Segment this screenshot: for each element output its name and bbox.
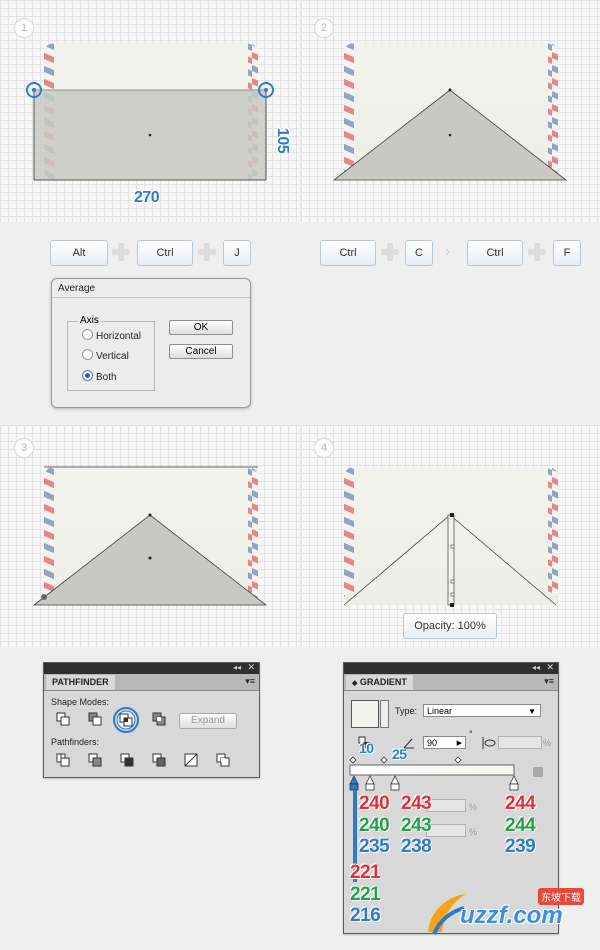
chevron-down-icon: ▼: [528, 707, 536, 716]
radio-label: Both: [96, 372, 117, 383]
opacity-input[interactable]: [426, 799, 466, 812]
close-icon[interactable]: ✕: [546, 662, 554, 673]
tab-pathfinder[interactable]: PATHFINDER: [46, 675, 115, 690]
cancel-button[interactable]: Cancel: [169, 344, 233, 359]
radio-horizontal[interactable]: Horizontal: [82, 329, 141, 343]
location-input[interactable]: [426, 824, 466, 837]
type-select[interactable]: Linear ▼: [423, 704, 541, 717]
color-4-red: 221: [350, 862, 381, 883]
radio-label: Horizontal: [96, 331, 142, 342]
key-ctrl-copy: Ctrl: [320, 240, 376, 266]
collapse-icon[interactable]: ◂◂: [532, 663, 540, 672]
tab-gradient-label: GRADIENT: [359, 677, 407, 687]
panel-topbar: ◂◂ ✕: [344, 662, 558, 674]
percent-sign: %: [543, 738, 552, 748]
radio-circle[interactable]: [82, 349, 93, 360]
height-label: 105: [274, 128, 291, 154]
envelope-step-2: [332, 43, 568, 181]
radio-label: Vertical: [96, 351, 129, 362]
unite-icon[interactable]: [56, 712, 70, 726]
percent-sign: %: [469, 827, 478, 837]
color-3-green: 244: [505, 815, 536, 836]
angle-input[interactable]: 90 ▶: [423, 736, 466, 749]
color-1-green: 240: [359, 815, 390, 836]
divide-icon[interactable]: [56, 753, 70, 767]
shape-modes-label: Shape Modes:: [51, 697, 110, 707]
color-4-blue: 216: [350, 905, 381, 926]
average-dialog: Average Axis Horizontal Vertical Both OK…: [51, 278, 251, 408]
degree-symbol: °: [469, 729, 473, 739]
percent-sign: %: [469, 802, 478, 812]
color-3-blue: 239: [505, 836, 536, 857]
angle-value: 90: [427, 738, 438, 748]
color-1-red: 240: [359, 793, 390, 814]
opacity-readout: Opacity: 100%: [403, 613, 497, 639]
pathfinder-panel: ◂◂ ✕ PATHFINDER ▾≡ Shape Modes: Expand P…: [43, 662, 260, 778]
tab-gradient[interactable]: ◆ GRADIENT: [346, 675, 413, 690]
intersect-icon[interactable]: [119, 713, 133, 727]
color-2-red: 243: [401, 793, 432, 814]
color-4-green: 221: [350, 884, 381, 905]
watermark-text: uzzf.com: [460, 902, 563, 929]
key-f: F: [553, 240, 581, 266]
panel-tabrow: PATHFINDER ▾≡: [44, 674, 259, 691]
key-alt: Alt: [50, 240, 108, 266]
axis-group: Axis Horizontal Vertical Both: [67, 315, 155, 391]
aspect-ratio-input[interactable]: [498, 736, 542, 749]
panel-topbar: ◂◂ ✕: [44, 662, 259, 674]
crop-icon[interactable]: [152, 753, 166, 767]
exclude-icon[interactable]: [152, 712, 166, 726]
radio-both[interactable]: Both: [82, 370, 117, 384]
key-ctrl: Ctrl: [137, 240, 193, 266]
minus-front-icon[interactable]: [88, 712, 102, 726]
color-1-blue: 235: [359, 836, 390, 857]
trim-icon[interactable]: [88, 753, 102, 767]
swatch-dropdown[interactable]: [380, 700, 389, 728]
dialog-title: Average: [58, 283, 96, 294]
plus-icon: [198, 243, 216, 261]
chevron-right-icon: ›: [445, 243, 451, 260]
axis-legend: Axis: [78, 315, 101, 326]
type-label: Type:: [395, 706, 418, 716]
plus-icon: [528, 243, 546, 261]
color-2-green: 243: [401, 815, 432, 836]
plus-icon: [112, 243, 130, 261]
outline-icon[interactable]: [184, 753, 198, 767]
key-c: C: [405, 240, 433, 266]
pathfinders-label: Pathfinders:: [51, 737, 100, 747]
radio-circle[interactable]: [82, 329, 93, 340]
close-icon[interactable]: ✕: [247, 662, 255, 673]
chevron-right-icon: ▶: [456, 740, 462, 747]
panel-tabrow: ◆ GRADIENT ▾≡: [344, 674, 558, 691]
plus-icon: [381, 243, 399, 261]
envelope-step-3: [32, 466, 268, 606]
minus-back-icon[interactable]: [216, 753, 230, 767]
panel-menu-icon[interactable]: ▾≡: [544, 676, 554, 687]
gradient-swatch[interactable]: [351, 700, 379, 728]
stop-position-10: 10: [359, 740, 374, 756]
expand-button[interactable]: Expand: [179, 713, 237, 729]
key-ctrl-paste: Ctrl: [467, 240, 523, 266]
watermark-tag: 东坡下载: [538, 888, 584, 905]
merge-icon[interactable]: [120, 753, 134, 767]
ok-button[interactable]: OK: [169, 320, 233, 335]
radio-circle-selected[interactable]: [82, 370, 93, 381]
collapse-icon[interactable]: ◂◂: [233, 663, 241, 672]
gradient-slider[interactable]: [349, 756, 550, 796]
color-2-blue: 238: [401, 836, 432, 857]
key-j: J: [223, 240, 251, 266]
width-label: 270: [134, 189, 160, 206]
aspect-ratio-icon: [482, 737, 496, 749]
type-value: Linear: [427, 706, 453, 716]
radio-vertical[interactable]: Vertical: [82, 349, 129, 363]
color-3-red: 244: [505, 793, 536, 814]
panel-menu-icon[interactable]: ▾≡: [245, 676, 255, 687]
watermark-logo: uzzf.com 东坡下载: [420, 886, 596, 942]
